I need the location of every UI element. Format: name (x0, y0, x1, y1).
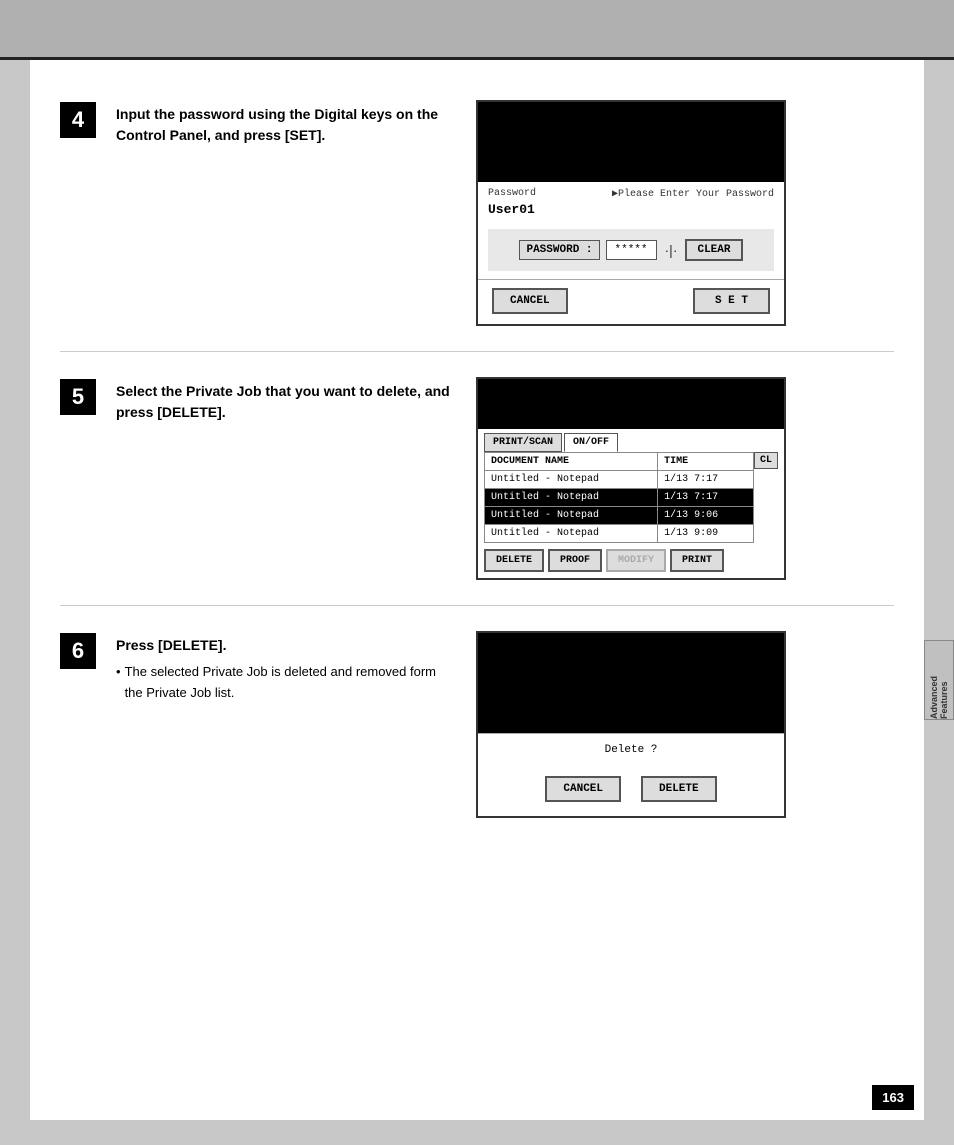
screen1-info: Password ▶Please Enter Your Password Use… (478, 182, 784, 221)
table-row[interactable]: Untitled - Notepad 1/13 9:06 (485, 507, 754, 525)
proof-button[interactable]: PROOF (548, 549, 602, 572)
divider-1 (60, 351, 894, 352)
screen3-bottom-row: CANCEL DELETE (478, 766, 784, 816)
delete-button[interactable]: DELETE (484, 549, 544, 572)
screen1-bottom-row: CANCEL S E T (478, 279, 784, 324)
screen2-tabs: PRINT/SCAN ON/OFF (478, 429, 784, 452)
doc-time-2: 1/13 7:17 (658, 489, 754, 507)
doc-time-3: 1/13 9:06 (658, 507, 754, 525)
screen1-top-black (478, 102, 784, 182)
screen3-top-black (478, 633, 784, 733)
step-6-main-text: Press [DELETE]. (116, 637, 226, 653)
screen-doclist: PRINT/SCAN ON/OFF DOCUMENT NAME TIME Unt… (476, 377, 786, 580)
col-name-header: DOCUMENT NAME (485, 453, 658, 471)
screen1-pw-value: ***** (606, 240, 657, 260)
step-4-text: Input the password using the Digital key… (116, 100, 456, 146)
screen1-dot-sep: ·|· (665, 242, 678, 258)
doc-time-4: 1/13 9:09 (658, 525, 754, 543)
step-6-bullet: • The selected Private Job is deleted an… (116, 662, 456, 704)
doc-name-3: Untitled - Notepad (485, 507, 658, 525)
step-6-number: 6 (60, 633, 96, 669)
cl-button[interactable]: CL (754, 452, 778, 469)
step-5-section: 5 Select the Private Job that you want t… (30, 357, 924, 600)
screen2-action-row: DELETE PROOF MODIFY PRINT (478, 543, 784, 578)
table-row[interactable]: Untitled - Notepad 1/13 9:09 (485, 525, 754, 543)
step-6-text: Press [DELETE]. • The selected Private J… (116, 631, 456, 704)
side-tab: Advanced Features (924, 640, 954, 720)
step-6-sub-text: • The selected Private Job is deleted an… (116, 662, 456, 704)
print-button[interactable]: PRINT (670, 549, 724, 572)
page-content: 4 Input the password using the Digital k… (30, 60, 924, 1120)
step-4-section: 4 Input the password using the Digital k… (30, 80, 924, 346)
tab-print-scan[interactable]: PRINT/SCAN (484, 433, 562, 452)
screen1-password-label: Password (488, 188, 536, 200)
screen3-cancel-button[interactable]: CANCEL (545, 776, 621, 802)
document-table: DOCUMENT NAME TIME Untitled - Notepad 1/… (484, 452, 754, 543)
side-tab-text: Advanced Features (929, 641, 949, 719)
step-6-detail: The selected Private Job is deleted and … (125, 662, 456, 704)
col-time-header: TIME (658, 453, 754, 471)
doc-time-1: 1/13 7:17 (658, 471, 754, 489)
screen1-set-button[interactable]: S E T (693, 288, 770, 314)
screen-delete-confirm: Delete ? CANCEL DELETE (476, 631, 786, 818)
screen-password: Password ▶Please Enter Your Password Use… (476, 100, 786, 326)
page-number: 163 (872, 1085, 914, 1110)
doc-name-1: Untitled - Notepad (485, 471, 658, 489)
doc-name-4: Untitled - Notepad (485, 525, 658, 543)
screen1-cancel-button[interactable]: CANCEL (492, 288, 568, 314)
table-row[interactable]: Untitled - Notepad 1/13 7:17 (485, 471, 754, 489)
step-6-section: 6 Press [DELETE]. • The selected Private… (30, 611, 924, 838)
screen3-delete-button[interactable]: DELETE (641, 776, 717, 802)
screen1-pw-label: PASSWORD : (519, 240, 599, 260)
screen1-line1: Password ▶Please Enter Your Password (488, 188, 774, 200)
screen1-user: User01 (488, 202, 774, 217)
bullet-dot: • (116, 662, 121, 683)
screen2-top-black (478, 379, 784, 429)
step-4-number: 4 (60, 102, 96, 138)
screen1-prompt: ▶Please Enter Your Password (612, 188, 774, 200)
clear-button[interactable]: CLEAR (685, 239, 742, 261)
modify-button[interactable]: MODIFY (606, 549, 666, 572)
screen3-question: Delete ? (478, 733, 784, 766)
top-bar (0, 0, 954, 60)
doc-name-2: Untitled - Notepad (485, 489, 658, 507)
step-5-number: 5 (60, 379, 96, 415)
table-container: DOCUMENT NAME TIME Untitled - Notepad 1/… (478, 452, 784, 543)
table-row[interactable]: Untitled - Notepad 1/13 7:17 (485, 489, 754, 507)
screen1-password-row: PASSWORD : ***** ·|· CLEAR (488, 229, 774, 271)
step-5-text: Select the Private Job that you want to … (116, 377, 456, 423)
divider-2 (60, 605, 894, 606)
tab-on-off[interactable]: ON/OFF (564, 433, 618, 452)
